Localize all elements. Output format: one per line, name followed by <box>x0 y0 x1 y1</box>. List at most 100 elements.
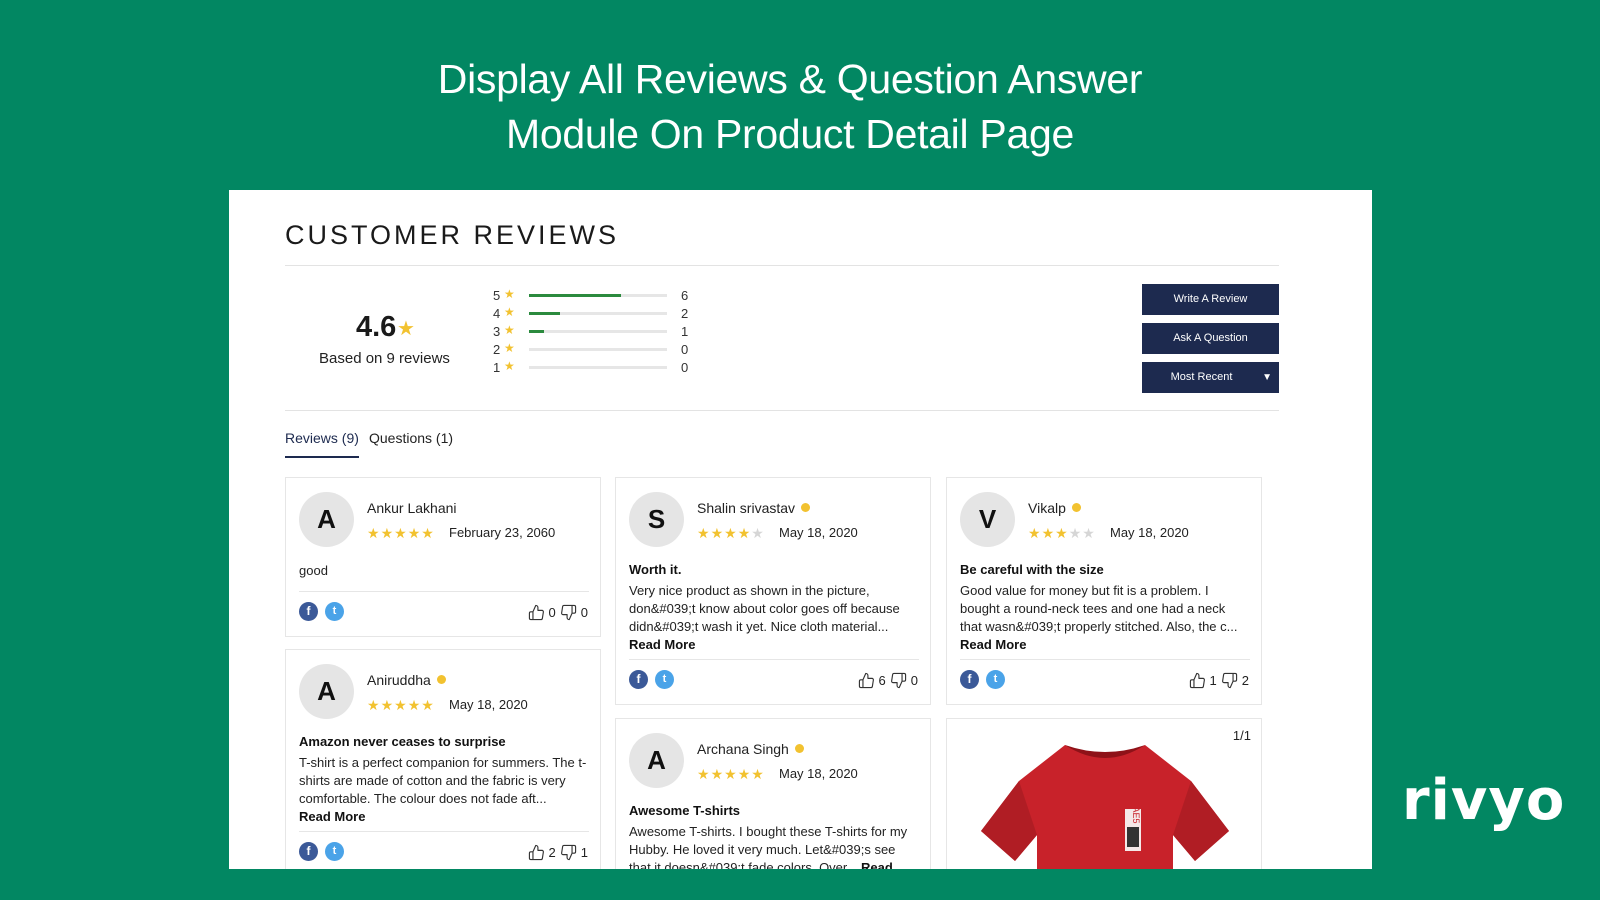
like-button[interactable]: 6 <box>858 672 886 689</box>
star-filled-icon: ★ <box>737 525 752 541</box>
review-card: V Vikalp ★★★★★ May 18, 2020 Be careful w… <box>946 477 1262 705</box>
facebook-icon[interactable]: f <box>960 670 979 689</box>
star-empty-icon: ★ <box>751 525 765 541</box>
reviewer-name-text: Shalin srivastav <box>697 500 796 516</box>
read-more-link[interactable]: Read <box>861 860 893 869</box>
star-empty-icon: ★ <box>1068 525 1083 541</box>
avatar: V <box>960 492 1015 547</box>
divider <box>299 831 589 832</box>
facebook-icon[interactable]: f <box>629 670 648 689</box>
like-count: 2 <box>548 844 556 860</box>
vote-buttons: 0 0 <box>528 602 588 622</box>
dislike-count: 1 <box>580 844 588 860</box>
review-body: Awesome T-shirts. I bought these T-shirt… <box>629 823 919 869</box>
distribution-row: 2 ★ 0 <box>493 341 693 360</box>
review-card: A Archana Singh ★★★★★ May 18, 2020 Aweso… <box>615 718 931 869</box>
star-rating: ★★★★★ <box>367 525 435 542</box>
star-filled-icon: ★ <box>724 766 738 782</box>
distribution-bar-track <box>529 312 667 315</box>
read-more-link[interactable]: Read More <box>299 809 365 824</box>
avatar: A <box>299 664 354 719</box>
distribution-bar-fill <box>529 330 545 333</box>
sort-selected: Most Recent <box>1170 371 1233 383</box>
sort-dropdown[interactable]: Most Recent ▼ <box>1142 362 1279 393</box>
verified-badge-icon <box>801 503 811 512</box>
rating-count: 0 <box>681 342 689 357</box>
vote-buttons: 6 0 <box>858 670 918 690</box>
share-links: f t <box>629 670 689 690</box>
ask-question-button[interactable]: Ask A Question <box>1142 323 1279 354</box>
star-filled-icon: ★ <box>380 525 395 541</box>
star-icon: ★ <box>504 359 515 373</box>
twitter-icon[interactable]: t <box>325 842 344 861</box>
dislike-button[interactable]: 0 <box>560 604 588 621</box>
tshirt-image: AE5 <box>981 745 1229 869</box>
write-review-button[interactable]: Write A Review <box>1142 284 1279 315</box>
rating-count: 0 <box>681 360 689 375</box>
headline-line-2: Module On Product Detail Page <box>506 111 1074 157</box>
star-filled-icon: ★ <box>367 525 381 541</box>
read-more-link[interactable]: Read More <box>629 637 695 652</box>
dislike-button[interactable]: 0 <box>890 672 918 689</box>
dislike-count: 2 <box>1241 672 1249 688</box>
star-filled-icon: ★ <box>394 697 408 713</box>
like-button[interactable]: 2 <box>528 844 556 861</box>
star-filled-icon: ★ <box>421 697 435 713</box>
star-filled-icon: ★ <box>1028 525 1042 541</box>
like-button[interactable]: 0 <box>528 604 556 621</box>
tab-reviews[interactable]: Reviews (9) <box>285 430 359 458</box>
rating-count: 6 <box>681 288 689 303</box>
rating-level: 4 <box>493 306 501 321</box>
review-date: May 18, 2020 <box>1110 525 1189 540</box>
divider <box>299 591 589 592</box>
rating-level: 3 <box>493 324 501 339</box>
star-rating: ★★★★★ <box>697 525 765 542</box>
like-button[interactable]: 1 <box>1189 672 1217 689</box>
headline: Display All Reviews & Question Answer Mo… <box>0 52 1580 162</box>
star-filled-icon: ★ <box>697 525 711 541</box>
star-rating: ★★★★★ <box>367 697 435 714</box>
thumbs-up-icon <box>528 604 544 620</box>
star-icon: ★ <box>397 318 415 340</box>
vote-buttons: 1 2 <box>1189 670 1249 690</box>
photo-card[interactable]: 1/1 AE5 <box>946 718 1262 869</box>
dislike-button[interactable]: 1 <box>560 844 588 861</box>
section-title: CUSTOMER REVIEWS <box>285 220 620 250</box>
thumbs-up-icon <box>528 844 544 860</box>
facebook-icon[interactable]: f <box>299 602 318 621</box>
star-filled-icon: ★ <box>407 525 422 541</box>
star-filled-icon: ★ <box>724 525 738 541</box>
reviewer-name-text: Vikalp <box>1028 500 1066 516</box>
star-empty-icon: ★ <box>1082 525 1096 541</box>
share-links: f t <box>299 842 359 862</box>
rating-count: 1 <box>681 324 689 339</box>
tab-questions[interactable]: Questions (1) <box>369 430 453 456</box>
distribution-row: 3 ★ 1 <box>493 323 693 342</box>
thumbs-up-icon <box>858 672 874 688</box>
reviewer-name: Archana Singh <box>697 741 804 757</box>
review-body: T-shirt is a perfect companion for summe… <box>299 754 589 826</box>
star-rating: ★★★★★ <box>1028 525 1096 542</box>
distribution-bar-track <box>529 348 667 351</box>
review-body: good <box>299 563 328 578</box>
review-card: S Shalin srivastav ★★★★★ May 18, 2020 Wo… <box>615 477 931 705</box>
dislike-button[interactable]: 2 <box>1221 672 1249 689</box>
reviewer-name: Ankur Lakhani <box>367 500 457 516</box>
read-more-link[interactable]: Read More <box>960 637 1026 652</box>
avatar: S <box>629 492 684 547</box>
twitter-icon[interactable]: t <box>986 670 1005 689</box>
review-date: May 18, 2020 <box>779 525 858 540</box>
facebook-icon[interactable]: f <box>299 842 318 861</box>
rating-count: 2 <box>681 306 689 321</box>
vote-buttons: 2 1 <box>528 842 588 862</box>
star-icon: ★ <box>504 305 515 319</box>
twitter-icon[interactable]: t <box>655 670 674 689</box>
star-filled-icon: ★ <box>407 697 422 713</box>
twitter-icon[interactable]: t <box>325 602 344 621</box>
review-text: Very nice product as shown in the pictur… <box>629 583 900 634</box>
star-filled-icon: ★ <box>1041 525 1056 541</box>
distribution-row: 5 ★ 6 <box>493 287 693 306</box>
thumbs-down-icon <box>1221 672 1237 688</box>
rating-level: 2 <box>493 342 501 357</box>
star-filled-icon: ★ <box>421 525 435 541</box>
